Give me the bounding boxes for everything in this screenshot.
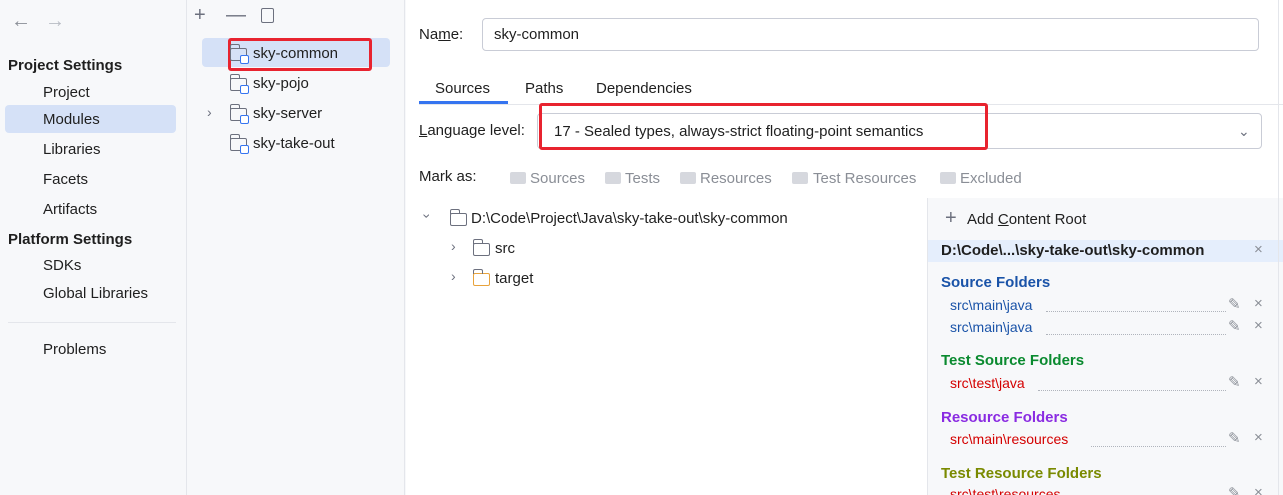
nav-item-sdks[interactable]: SDKs: [43, 257, 81, 274]
module-badge-icon: [240, 55, 249, 64]
nav-item-project[interactable]: Project: [43, 84, 90, 101]
tree-node-src[interactable]: src: [495, 240, 515, 257]
add-icon[interactable]: +: [194, 4, 206, 27]
dotted-leader: [1038, 390, 1226, 391]
dotted-leader: [1091, 446, 1226, 447]
name-label: Name:: [419, 26, 464, 43]
mark-as-label: Mark as:: [419, 168, 477, 185]
test-resource-folders-title: Test Resource Folders: [941, 465, 1102, 482]
resource-folders-title: Resource Folders: [941, 409, 1068, 426]
dotted-leader: [1046, 334, 1226, 335]
pencil-icon[interactable]: ✎: [1228, 373, 1241, 391]
source-folder-path[interactable]: src\main\java: [950, 297, 1032, 313]
mark-sources-label[interactable]: Sources: [530, 170, 585, 187]
chevron-down-icon[interactable]: ›: [419, 214, 435, 219]
module-badge-icon: [240, 145, 249, 154]
module-label-sky-common[interactable]: sky-common: [253, 45, 338, 62]
nav-item-global-libraries[interactable]: Global Libraries: [43, 285, 148, 302]
close-icon[interactable]: ×: [1254, 373, 1263, 390]
copy-icon[interactable]: [261, 8, 274, 23]
sources-folder-icon: [510, 172, 526, 184]
source-folders-title: Source Folders: [941, 274, 1051, 291]
add-content-root-button[interactable]: Add Content Root: [967, 211, 1086, 228]
pencil-icon[interactable]: ✎: [1228, 317, 1241, 335]
close-icon[interactable]: ×: [1254, 484, 1263, 495]
add-icon[interactable]: +: [945, 207, 957, 230]
scrollbar-track[interactable]: [1278, 0, 1279, 495]
tab-sources[interactable]: Sources: [435, 80, 490, 97]
nav-item-modules[interactable]: Modules: [43, 111, 100, 128]
test-resources-folder-icon: [792, 172, 808, 184]
highlight-box-language-level: [539, 103, 988, 150]
source-folder-path[interactable]: src\main\java: [950, 319, 1032, 335]
tree-root-path[interactable]: D:\Code\Project\Java\sky-take-out\sky-co…: [471, 210, 788, 227]
tree-node-target[interactable]: target: [495, 270, 533, 287]
module-label-sky-pojo[interactable]: sky-pojo: [253, 75, 309, 92]
arrow-left-icon[interactable]: ←: [11, 10, 31, 33]
chevron-right-icon[interactable]: ›: [451, 238, 456, 254]
pencil-icon[interactable]: ✎: [1228, 484, 1241, 495]
close-icon[interactable]: ×: [1254, 241, 1263, 258]
language-level-label: Language level:: [419, 122, 525, 139]
nav-item-artifacts[interactable]: Artifacts: [43, 201, 97, 218]
test-source-folder-path[interactable]: src\test\java: [950, 375, 1025, 391]
remove-icon[interactable]: —: [226, 4, 246, 27]
nav-item-problems[interactable]: Problems: [43, 341, 106, 358]
close-icon[interactable]: ×: [1254, 295, 1263, 312]
nav-header-project-settings: Project Settings: [8, 57, 123, 74]
tab-paths[interactable]: Paths: [525, 80, 563, 97]
folder-icon: [472, 239, 490, 256]
nav-item-libraries[interactable]: Libraries: [43, 141, 101, 158]
module-label-sky-server[interactable]: sky-server: [253, 105, 322, 122]
mark-resources-label[interactable]: Resources: [700, 170, 772, 187]
content-root-path[interactable]: D:\Code\...\sky-take-out\sky-common: [941, 242, 1204, 259]
nav-item-facets[interactable]: Facets: [43, 171, 88, 188]
resources-folder-icon: [680, 172, 696, 184]
content-root-tree: › D:\Code\Project\Java\sky-take-out\sky-…: [406, 198, 927, 495]
nav-header-platform-settings: Platform Settings: [8, 231, 133, 248]
settings-nav: ← → Project Settings Project Modules Lib…: [0, 0, 187, 495]
module-badge-icon: [240, 115, 249, 124]
tab-dependencies[interactable]: Dependencies: [596, 80, 692, 97]
mark-test-resources-label[interactable]: Test Resources: [813, 170, 916, 187]
resource-folder-path[interactable]: src\main\resources: [950, 431, 1068, 447]
chevron-down-icon[interactable]: ⌄: [1238, 123, 1250, 140]
module-list-panel: + — sky-common sky-pojo › sky-server sky…: [188, 0, 405, 495]
mark-excluded-label[interactable]: Excluded: [960, 170, 1022, 187]
pencil-icon[interactable]: ✎: [1228, 295, 1241, 313]
chevron-right-icon[interactable]: ›: [451, 268, 456, 284]
close-icon[interactable]: ×: [1254, 317, 1263, 334]
close-icon[interactable]: ×: [1254, 429, 1263, 446]
module-settings-panel: Name: sky-common Sources Paths Dependenc…: [406, 0, 1283, 495]
pencil-icon[interactable]: ✎: [1228, 429, 1241, 447]
tests-folder-icon: [605, 172, 621, 184]
test-resource-folder-path[interactable]: src\test\resources: [950, 486, 1060, 495]
excluded-folder-icon: [472, 269, 490, 286]
nav-divider: [8, 322, 176, 323]
test-source-folders-title: Test Source Folders: [941, 352, 1085, 369]
module-label-sky-take-out[interactable]: sky-take-out: [253, 135, 335, 152]
content-roots-panel: + Add Content Root D:\Code\...\sky-take-…: [927, 198, 1283, 495]
module-badge-icon: [240, 85, 249, 94]
dotted-leader: [1046, 311, 1226, 312]
excluded-folder-icon: [940, 172, 956, 184]
arrow-right-icon[interactable]: →: [45, 10, 65, 33]
folder-icon: [449, 209, 467, 226]
mark-tests-label[interactable]: Tests: [625, 170, 660, 187]
module-name-input[interactable]: sky-common: [482, 18, 1259, 51]
chevron-right-icon[interactable]: ›: [207, 104, 212, 120]
